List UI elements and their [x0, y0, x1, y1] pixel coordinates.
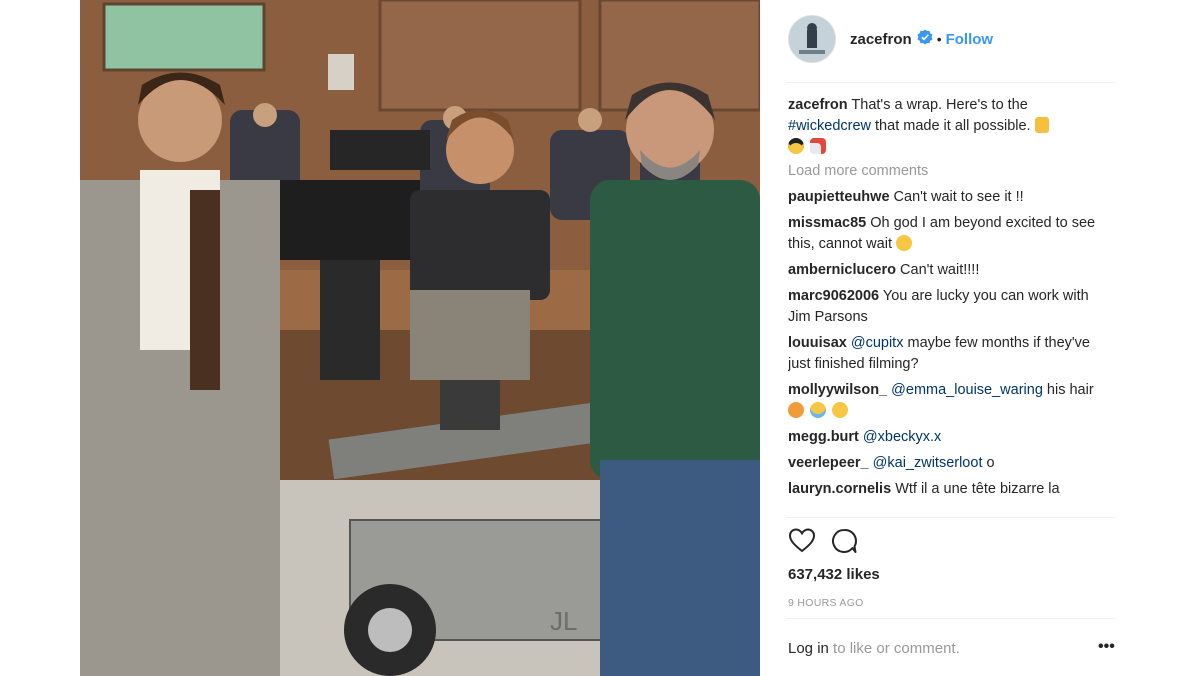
comment-text: o — [986, 455, 995, 471]
comment: mollyywilson_ @emma_louise_waring his ha… — [788, 380, 1113, 422]
crying-face-emoji — [810, 402, 827, 418]
login-link[interactable]: Log in — [788, 640, 829, 657]
photo-illustration: JL — [80, 0, 760, 676]
post-side-panel: zacefron • Follow zacefron That's a wrap… — [772, 0, 1118, 676]
caption-hashtag[interactable]: #wickedcrew — [788, 118, 871, 134]
comment-text: Can't wait to see it !! — [893, 189, 1024, 205]
comments-divider — [786, 517, 1116, 518]
load-more-comments-link[interactable]: Load more comments — [788, 163, 1113, 179]
comment: marc9062006 You are lucky you can work w… — [788, 286, 1113, 328]
comment: louuisax @cupitx maybe few months if the… — [788, 333, 1113, 375]
avatar-image — [789, 16, 835, 62]
praying-hands-emoji — [1034, 117, 1049, 133]
comment-bubble-icon[interactable] — [830, 527, 858, 560]
likes-count[interactable]: 637,432 likes — [788, 566, 880, 583]
avatar[interactable] — [788, 15, 836, 63]
comment-mention[interactable]: @xbeckyx.x — [863, 429, 941, 445]
angry-face-emoji — [788, 402, 804, 418]
action-bar — [788, 527, 858, 560]
comment-mention[interactable]: @emma_louise_waring — [891, 382, 1043, 398]
comment: missmac85 Oh god I am beyond excited to … — [788, 213, 1113, 255]
comment-username[interactable]: mollyywilson_ — [788, 382, 887, 398]
login-prompt-text: to like or comment. — [833, 640, 960, 657]
comment-text: Can't wait!!!! — [900, 262, 980, 278]
header-divider — [786, 82, 1116, 83]
comment-username[interactable]: missmac85 — [788, 215, 866, 231]
comment-username[interactable]: louuisax — [788, 335, 847, 351]
comment-username[interactable]: marc9062006 — [788, 288, 879, 304]
heart-icon[interactable] — [788, 527, 816, 560]
separator-dot: • — [936, 31, 942, 47]
follow-button[interactable]: Follow — [946, 31, 994, 48]
caption-text: That's a wrap. Here's to the — [851, 97, 1028, 113]
caption: zacefron That's a wrap. Here's to the #w… — [788, 95, 1113, 158]
comment-text: his hair — [1046, 382, 1094, 398]
grinning-emoji — [896, 235, 913, 251]
sunglasses-emoji — [788, 138, 804, 154]
comment-username[interactable]: paupietteuhwe — [788, 189, 890, 205]
comment-username[interactable]: lauryn.cornelis — [788, 481, 891, 497]
comment-username[interactable]: megg.burt — [788, 429, 859, 445]
more-options-button[interactable]: ••• — [1098, 638, 1115, 656]
comments-list: zacefron That's a wrap. Here's to the #w… — [788, 95, 1113, 517]
caption-rest: that made it all possible. — [875, 118, 1031, 134]
comment-username[interactable]: veerlepeer_ — [788, 455, 869, 471]
footer-divider — [786, 618, 1116, 619]
dolly-sign: JL — [550, 606, 577, 636]
comment: megg.burt @xbeckyx.x — [788, 427, 1113, 448]
post-header: zacefron • Follow — [788, 14, 993, 64]
comment: lauryn.cornelis Wtf il a une tête bizarr… — [788, 479, 1113, 500]
post-timestamp[interactable]: 9 HOURS AGO — [788, 597, 864, 609]
comment: paupietteuhwe Can't wait to see it !! — [788, 187, 1113, 208]
comment-mention[interactable]: @cupitx — [851, 335, 904, 351]
login-prompt: Log in to like or comment. — [788, 640, 960, 657]
rocket-emoji — [810, 138, 827, 154]
comment: veerlepeer_ @kai_zwitserloot o — [788, 453, 1113, 474]
post-photo[interactable]: JL — [80, 0, 760, 676]
verified-badge-icon — [917, 29, 933, 50]
comment-text: Wtf il a une tête bizarre la — [895, 481, 1060, 497]
caption-username[interactable]: zacefron — [788, 97, 848, 113]
comment: amberniclucero Can't wait!!!! — [788, 260, 1113, 281]
comment-username[interactable]: amberniclucero — [788, 262, 896, 278]
username[interactable]: zacefron — [850, 31, 912, 48]
laughing-emoji — [832, 402, 849, 418]
comment-mention[interactable]: @kai_zwitserloot — [873, 455, 983, 471]
